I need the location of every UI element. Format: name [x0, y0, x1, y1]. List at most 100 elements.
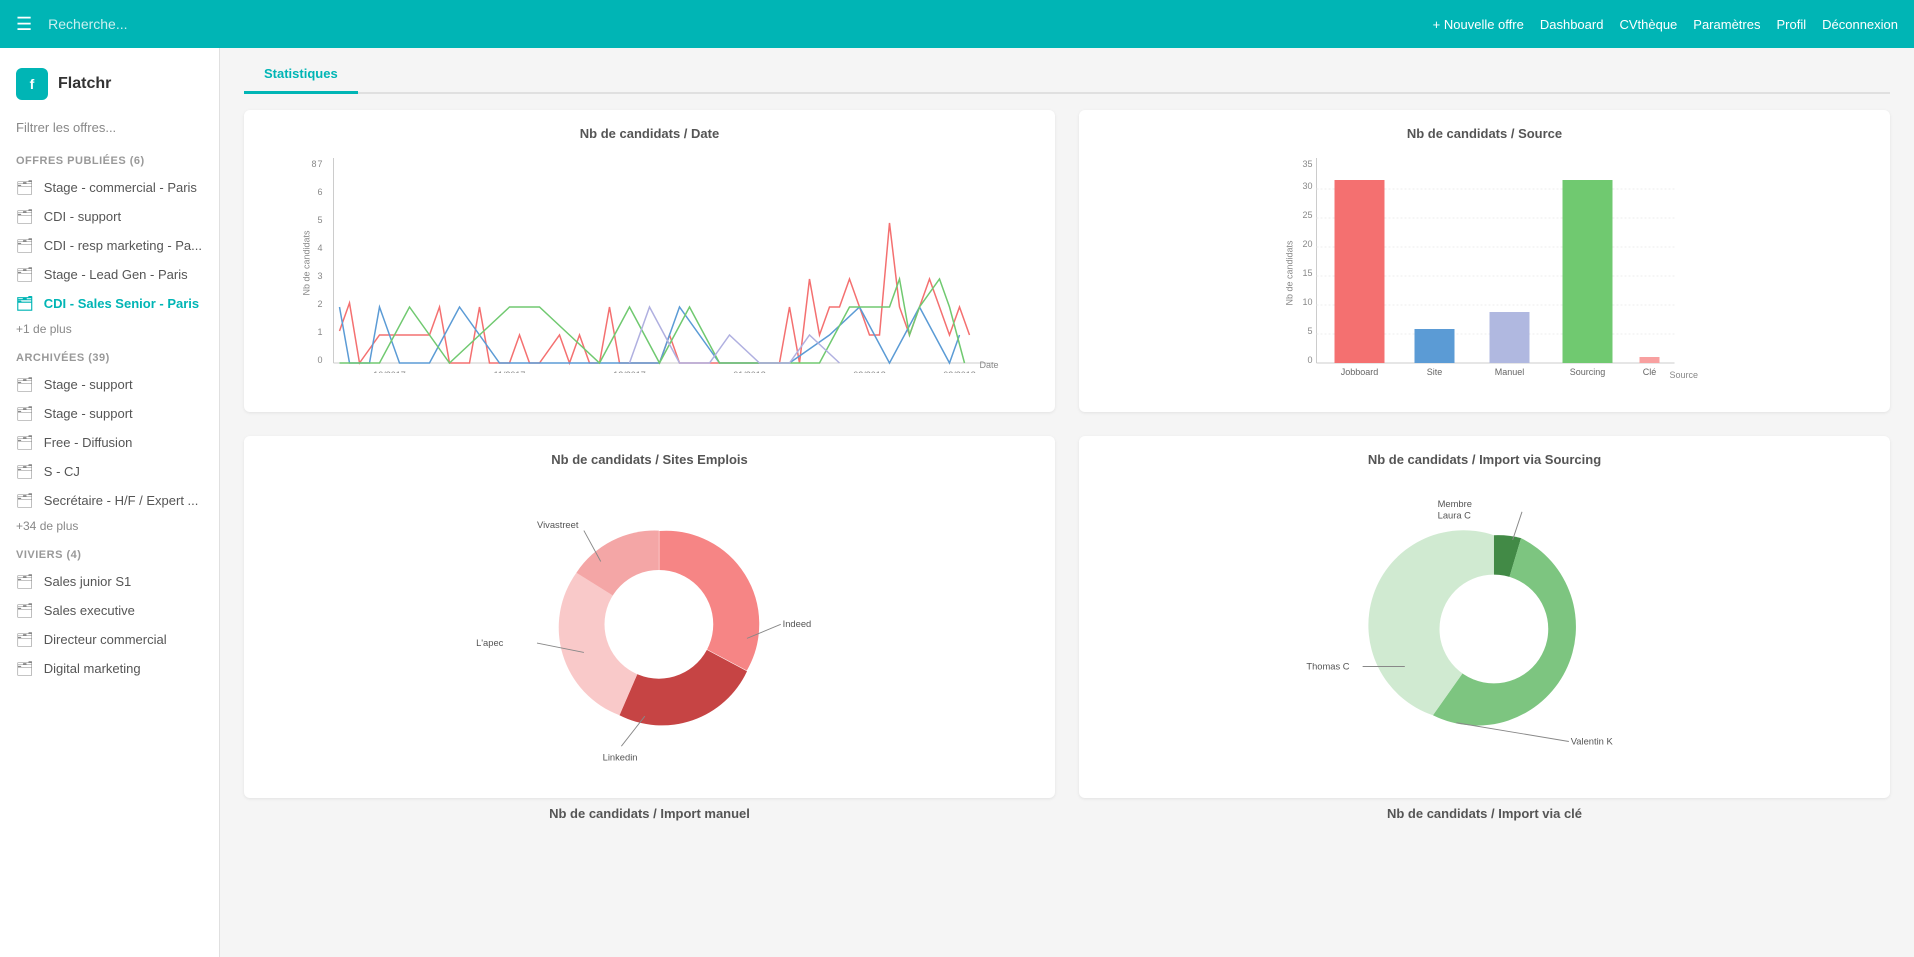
charts-grid: Nb de candidats / Date 0 1 2 3 4 5 6 7 8…: [244, 110, 1890, 798]
briefcase-icon: 🗂: [16, 208, 34, 225]
svg-text:6: 6: [318, 187, 323, 197]
svg-text:7: 7: [318, 159, 323, 169]
parametres-link[interactable]: Paramètres: [1693, 17, 1760, 32]
dashboard-link[interactable]: Dashboard: [1540, 17, 1604, 32]
cvtheque-link[interactable]: CVthèque: [1619, 17, 1677, 32]
svg-text:5: 5: [1307, 326, 1312, 336]
svg-text:1: 1: [318, 327, 323, 337]
svg-text:2: 2: [318, 299, 323, 309]
sidebar-item-cdi-sales-senior[interactable]: 🗂 CDI - Sales Senior - Paris: [0, 289, 219, 318]
section-archived: ARCHIVÉES (39): [0, 344, 219, 370]
svg-text:15: 15: [1302, 268, 1312, 278]
donut-sites-box: Nb de candidats / Sites Emplois: [244, 436, 1055, 798]
svg-text:Clé: Clé: [1643, 367, 1657, 377]
svg-text:Membre: Membre: [1438, 499, 1472, 509]
svg-text:Linkedin: Linkedin: [603, 752, 638, 762]
section-published: OFFRES PUBLIÉES (6): [0, 147, 219, 173]
svg-text:Thomas C: Thomas C: [1306, 661, 1349, 671]
svg-text:01/2018: 01/2018: [733, 370, 766, 373]
svg-text:Laura C: Laura C: [1438, 510, 1472, 520]
briefcase-icon: 🗂: [16, 660, 34, 677]
briefcase-icon: 🗂: [16, 434, 34, 451]
briefcase-icon: 🗂: [16, 266, 34, 283]
svg-text:30: 30: [1302, 181, 1312, 191]
line-chart-box: Nb de candidats / Date 0 1 2 3 4 5 6 7 8…: [244, 110, 1055, 412]
sidebar-item-secretaire[interactable]: 🗂 Secrétaire - H/F / Expert ...: [0, 486, 219, 515]
briefcase-icon: 🗂: [16, 631, 34, 648]
svg-text:03/2018: 03/2018: [943, 370, 976, 373]
donut-cle-title: Nb de candidats / Import via clé: [1079, 806, 1890, 821]
donut-sites-title: Nb de candidats / Sites Emplois: [260, 452, 1039, 467]
svg-text:Nb de candidats: Nb de candidats: [302, 230, 312, 296]
line-chart-title: Nb de candidats / Date: [260, 126, 1039, 141]
donut-sourcing-box: Nb de candidats / Import via Sourcing Me…: [1079, 436, 1890, 798]
sidebar-item-sales-executive[interactable]: 🗂 Sales executive: [0, 596, 219, 625]
svg-text:0: 0: [318, 355, 323, 365]
donut-sites-svg: Indeed Linkedin L'apec Vivastreet: [260, 479, 1039, 779]
sidebar-item-stage-support-1[interactable]: 🗂 Stage - support: [0, 370, 219, 399]
sidebar-item-stage-lead-gen[interactable]: 🗂 Stage - Lead Gen - Paris: [0, 260, 219, 289]
svg-text:35: 35: [1302, 159, 1312, 169]
sidebar-item-cdi-resp-marketing[interactable]: 🗂 CDI - resp marketing - Pa...: [0, 231, 219, 260]
svg-text:Sourcing: Sourcing: [1570, 367, 1606, 377]
svg-text:25: 25: [1302, 210, 1312, 220]
svg-text:Manuel: Manuel: [1495, 367, 1525, 377]
sidebar-item-directeur-commercial[interactable]: 🗂 Directeur commercial: [0, 625, 219, 654]
section-viviers: VIVIERS (4): [0, 541, 219, 567]
sidebar-item-digital-marketing[interactable]: 🗂 Digital marketing: [0, 654, 219, 683]
logo-text: Flatchr: [58, 75, 111, 93]
svg-text:Indeed: Indeed: [783, 619, 812, 629]
filter-offers[interactable]: Filtrer les offres...: [0, 116, 219, 147]
donut-sourcing-title: Nb de candidats / Import via Sourcing: [1095, 452, 1874, 467]
new-offer-button[interactable]: + Nouvelle offre: [1433, 17, 1524, 32]
briefcase-icon: 🗂: [16, 602, 34, 619]
tab-statistiques[interactable]: Statistiques: [244, 56, 358, 94]
bar-chart-title: Nb de candidats / Source: [1095, 126, 1874, 141]
svg-text:11/2017: 11/2017: [494, 370, 526, 373]
svg-text:L'apec: L'apec: [476, 638, 504, 648]
briefcase-icon: 🗂: [16, 295, 34, 312]
briefcase-icon: 🗂: [16, 405, 34, 422]
svg-text:8: 8: [312, 159, 317, 169]
briefcase-icon: 🗂: [16, 463, 34, 480]
svg-text:Source: Source: [1670, 370, 1699, 380]
svg-text:Date: Date: [980, 360, 999, 370]
tab-bar: Statistiques: [244, 48, 1890, 94]
sidebar-logo: f Flatchr: [0, 60, 219, 116]
profil-link[interactable]: Profil: [1776, 17, 1806, 32]
sidebar-item-stage-support-2[interactable]: 🗂 Stage - support: [0, 399, 219, 428]
sidebar-item-s-cj[interactable]: 🗂 S - CJ: [0, 457, 219, 486]
donut-manuel-title: Nb de candidats / Import manuel: [244, 806, 1055, 821]
sidebar-item-cdi-support[interactable]: 🗂 CDI - support: [0, 202, 219, 231]
logo-icon: f: [16, 68, 48, 100]
briefcase-icon: 🗂: [16, 237, 34, 254]
main-content: Statistiques Nb de candidats / Date 0 1 …: [220, 48, 1914, 957]
topnav: ☰ Recherche... + Nouvelle offre Dashboar…: [0, 0, 1914, 48]
deconnexion-link[interactable]: Déconnexion: [1822, 17, 1898, 32]
menu-icon[interactable]: ☰: [16, 14, 32, 35]
briefcase-icon: 🗂: [16, 492, 34, 509]
sidebar-item-sales-junior[interactable]: 🗂 Sales junior S1: [0, 567, 219, 596]
svg-text:20: 20: [1302, 239, 1312, 249]
svg-text:Valentin K: Valentin K: [1571, 736, 1614, 746]
sidebar-item-stage-commercial[interactable]: 🗂 Stage - commercial - Paris: [0, 173, 219, 202]
search-input[interactable]: Recherche...: [48, 16, 1433, 32]
svg-text:5: 5: [318, 215, 323, 225]
svg-text:12/2017: 12/2017: [613, 370, 646, 373]
line-chart-svg: 0 1 2 3 4 5 6 7 8 Nb de candidats 10/201…: [260, 153, 1039, 373]
svg-text:Nb de candidats: Nb de candidats: [1285, 240, 1295, 306]
svg-text:02/2018: 02/2018: [853, 370, 886, 373]
topnav-actions: + Nouvelle offre Dashboard CVthèque Para…: [1433, 17, 1898, 32]
sidebar-item-free-diffusion[interactable]: 🗂 Free - Diffusion: [0, 428, 219, 457]
briefcase-icon: 🗂: [16, 376, 34, 393]
briefcase-icon: 🗂: [16, 179, 34, 196]
svg-text:Site: Site: [1427, 367, 1443, 377]
bar-chart-svg: 0 5 10 15 20 25 30 35 Nb de candidats: [1095, 153, 1874, 393]
briefcase-icon: 🗂: [16, 573, 34, 590]
svg-text:10/2017: 10/2017: [373, 370, 406, 373]
more-archived[interactable]: +34 de plus: [0, 515, 219, 541]
bar-chart-box: Nb de candidats / Source 0 5 10 15 20 25…: [1079, 110, 1890, 412]
svg-text:0: 0: [1307, 355, 1312, 365]
sidebar: f Flatchr Filtrer les offres... OFFRES P…: [0, 48, 220, 957]
more-published[interactable]: +1 de plus: [0, 318, 219, 344]
